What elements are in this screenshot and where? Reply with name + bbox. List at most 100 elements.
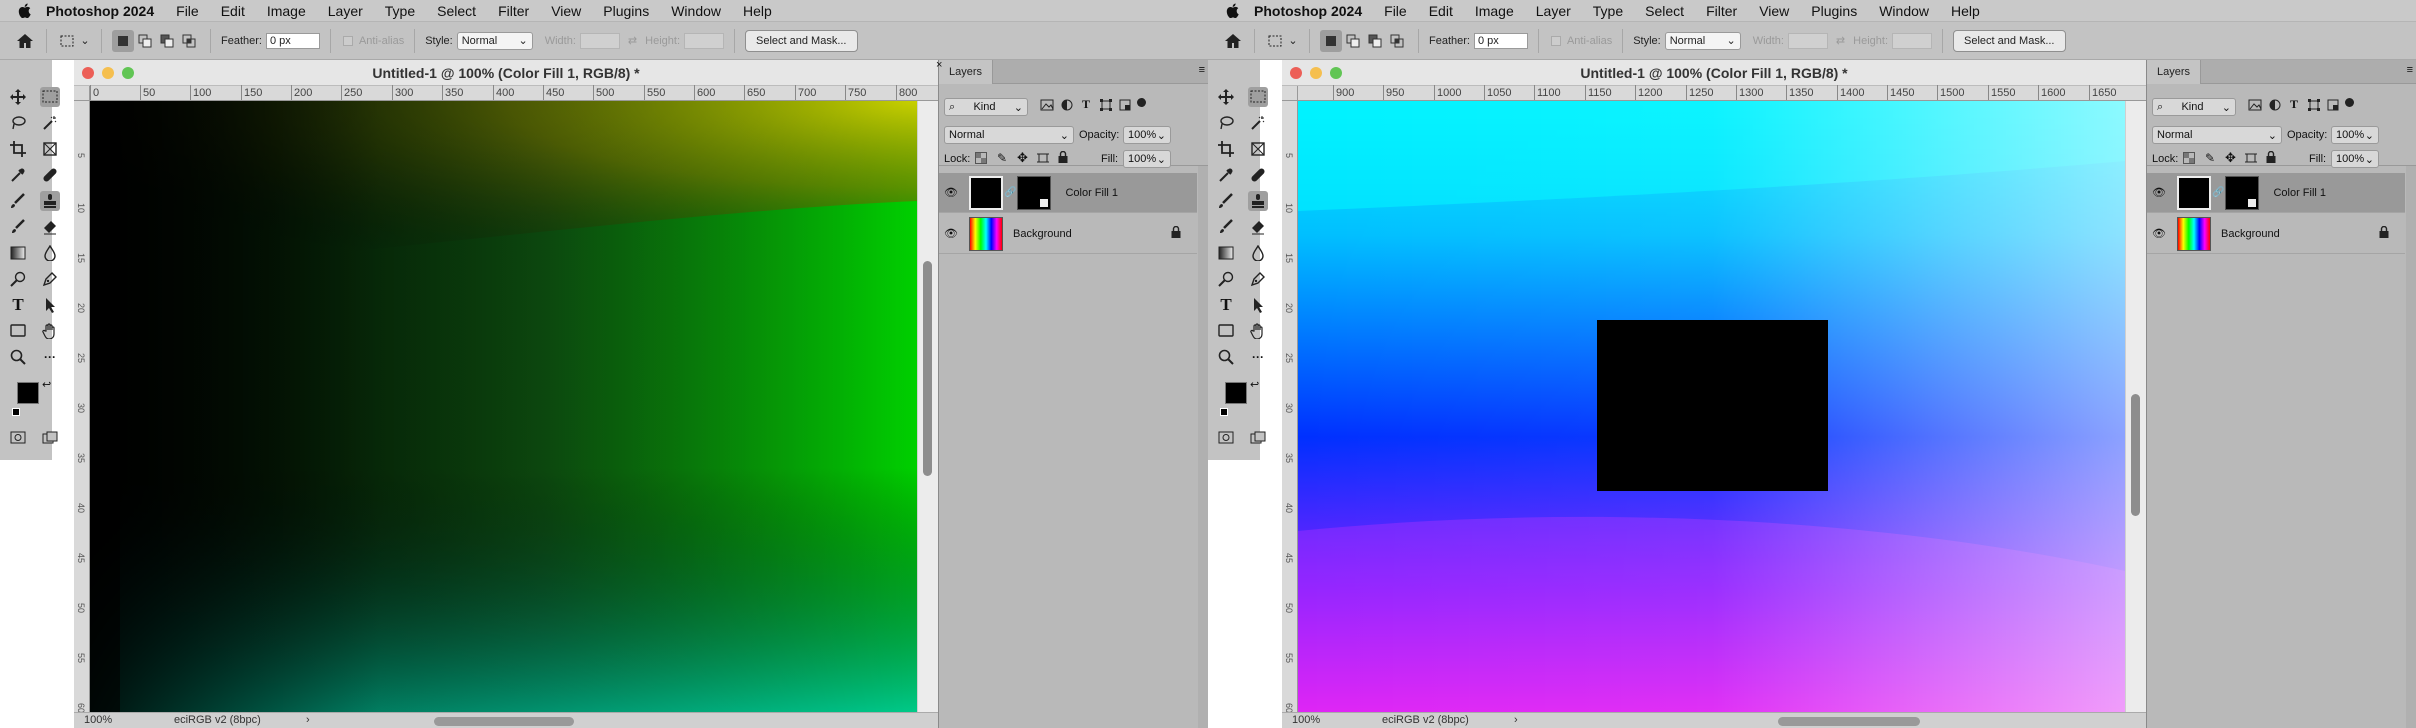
- mask-thumbnail[interactable]: [1017, 175, 1052, 210]
- filter-image-icon[interactable]: [2248, 99, 2262, 114]
- lock-image-icon[interactable]: ✎: [997, 151, 1007, 165]
- menu-layer[interactable]: Layer: [328, 3, 363, 19]
- magic-wand-tool-icon[interactable]: [1248, 113, 1268, 133]
- default-colors-icon[interactable]: [12, 408, 20, 416]
- frame-tool-icon[interactable]: [1248, 139, 1268, 159]
- scroll-thumb[interactable]: [923, 261, 932, 476]
- layer-name[interactable]: Color Fill 1: [2273, 187, 2326, 199]
- default-colors-icon[interactable]: [1220, 408, 1228, 416]
- eye-icon[interactable]: 👁: [2147, 227, 2171, 240]
- menu-select[interactable]: Select: [1645, 3, 1684, 19]
- foreground-color-swatch[interactable]: [1225, 382, 1247, 404]
- tab-layers[interactable]: Layers: [939, 60, 993, 84]
- apple-icon[interactable]: [18, 3, 32, 19]
- fill-input[interactable]: 100% ⌄: [1123, 150, 1171, 168]
- intersect-selection-icon[interactable]: [1386, 30, 1408, 52]
- menu-plugins[interactable]: Plugins: [1811, 3, 1857, 19]
- eye-icon[interactable]: 👁: [2147, 186, 2171, 199]
- status-menu-arrow[interactable]: ›: [1514, 713, 1518, 728]
- menu-plugins[interactable]: Plugins: [603, 3, 649, 19]
- vertical-ruler[interactable]: 5 10 15 20 25 30 35 40 45 50 55 60: [1282, 101, 1298, 728]
- menu-edit[interactable]: Edit: [1429, 3, 1453, 19]
- lock-all-icon[interactable]: [2266, 150, 2276, 166]
- clone-stamp-tool-icon[interactable]: [1248, 191, 1268, 211]
- dodge-tool-icon[interactable]: [8, 269, 28, 289]
- filter-smart-object-icon[interactable]: [1119, 99, 1131, 114]
- panel-menu-icon[interactable]: ≡: [2407, 64, 2413, 76]
- menu-select[interactable]: Select: [437, 3, 476, 19]
- menu-image[interactable]: Image: [267, 3, 306, 19]
- filter-smart-object-icon[interactable]: [2327, 99, 2339, 114]
- zoom-window-icon[interactable]: [122, 67, 134, 79]
- horizontal-scroll-thumb[interactable]: [434, 717, 574, 726]
- eye-icon[interactable]: 👁: [939, 186, 963, 199]
- layer-name[interactable]: Background: [2221, 228, 2280, 240]
- menu-edit[interactable]: Edit: [221, 3, 245, 19]
- clone-stamp-tool-icon[interactable]: [40, 191, 60, 211]
- crop-tool-icon[interactable]: [8, 139, 28, 159]
- rectangle-tool-icon[interactable]: [8, 321, 28, 341]
- vertical-scrollbar[interactable]: [2125, 101, 2146, 712]
- horizontal-ruler[interactable]: 900 950 1000 1050 1100 1150 1200 1250 13…: [1298, 85, 2146, 101]
- eye-icon[interactable]: 👁: [939, 227, 963, 240]
- type-tool-icon[interactable]: T: [8, 295, 28, 315]
- screen-mode-icon[interactable]: [40, 428, 60, 448]
- layer-row-color-fill[interactable]: 👁 🔗 Color Fill 1: [939, 173, 1197, 213]
- gradient-tool-icon[interactable]: [8, 243, 28, 263]
- move-tool-icon[interactable]: [1216, 87, 1236, 107]
- zoom-window-icon[interactable]: [1330, 67, 1342, 79]
- menu-type[interactable]: Type: [1593, 3, 1623, 19]
- lock-transparent-icon[interactable]: [975, 152, 987, 167]
- lock-artboard-icon[interactable]: [2245, 152, 2257, 167]
- filter-adjustment-icon[interactable]: [2269, 99, 2281, 114]
- menu-file[interactable]: File: [176, 3, 199, 19]
- zoom-level[interactable]: 100%: [84, 713, 112, 728]
- screen-mode-icon[interactable]: [1248, 428, 1268, 448]
- minimize-icon[interactable]: [102, 67, 114, 79]
- fill-input[interactable]: 100% ⌄: [2331, 150, 2379, 168]
- blend-mode-select[interactable]: Normal ⌄: [944, 126, 1074, 144]
- more-tools-icon[interactable]: ···: [40, 347, 60, 367]
- menu-window[interactable]: Window: [671, 3, 721, 19]
- frame-tool-icon[interactable]: [40, 139, 60, 159]
- filter-adjustment-icon[interactable]: [1061, 99, 1073, 114]
- ruler-origin[interactable]: [1282, 86, 1298, 101]
- select-and-mask-button[interactable]: Select and Mask...: [1953, 29, 2066, 52]
- close-icon[interactable]: [1290, 67, 1302, 79]
- style-select[interactable]: Normal ⌄: [456, 31, 533, 50]
- eyedropper-tool-icon[interactable]: [8, 165, 28, 185]
- filter-shape-icon[interactable]: [1100, 99, 1112, 114]
- subtract-selection-icon[interactable]: [1364, 30, 1386, 52]
- home-icon[interactable]: [14, 30, 36, 52]
- eraser-tool-icon[interactable]: [40, 217, 60, 237]
- swap-colors-icon[interactable]: ↩: [1250, 378, 1259, 391]
- hand-tool-icon[interactable]: [1248, 321, 1268, 341]
- panel-scrollbar[interactable]: [2406, 166, 2416, 728]
- move-tool-icon[interactable]: [8, 87, 28, 107]
- rectangle-tool-icon[interactable]: [1216, 321, 1236, 341]
- link-icon[interactable]: 🔗: [1004, 187, 1016, 198]
- eyedropper-tool-icon[interactable]: [1216, 165, 1236, 185]
- feather-input[interactable]: 0 px: [265, 32, 320, 49]
- canvas[interactable]: [90, 101, 917, 712]
- opacity-input[interactable]: 100% ⌄: [1123, 126, 1171, 144]
- lasso-tool-icon[interactable]: [8, 113, 28, 133]
- lock-image-icon[interactable]: ✎: [2205, 151, 2215, 165]
- healing-brush-tool-icon[interactable]: [1248, 165, 1268, 185]
- zoom-tool-icon[interactable]: [1216, 347, 1236, 367]
- mask-thumbnail[interactable]: [2225, 175, 2260, 210]
- status-menu-arrow[interactable]: ›: [306, 713, 310, 728]
- app-name[interactable]: Photoshop 2024: [1254, 3, 1362, 19]
- document-title[interactable]: Untitled-1 @ 100% (Color Fill 1, RGB/8) …: [1282, 60, 2146, 86]
- rectangular-marquee-tool-icon[interactable]: [1248, 87, 1268, 107]
- filter-kind-select[interactable]: ⌕ Kind ⌄: [944, 98, 1028, 116]
- brush-tool-icon[interactable]: [1216, 191, 1236, 211]
- layer-name[interactable]: Color Fill 1: [1065, 187, 1118, 199]
- crop-tool-icon[interactable]: [1216, 139, 1236, 159]
- menu-help[interactable]: Help: [743, 3, 772, 19]
- chevron-down-icon[interactable]: ⌄: [1287, 30, 1299, 52]
- layer-row-background[interactable]: 👁 Background: [2147, 214, 2405, 254]
- menu-type[interactable]: Type: [385, 3, 415, 19]
- feather-input[interactable]: 0 px: [1473, 32, 1528, 49]
- lasso-tool-icon[interactable]: [1216, 113, 1236, 133]
